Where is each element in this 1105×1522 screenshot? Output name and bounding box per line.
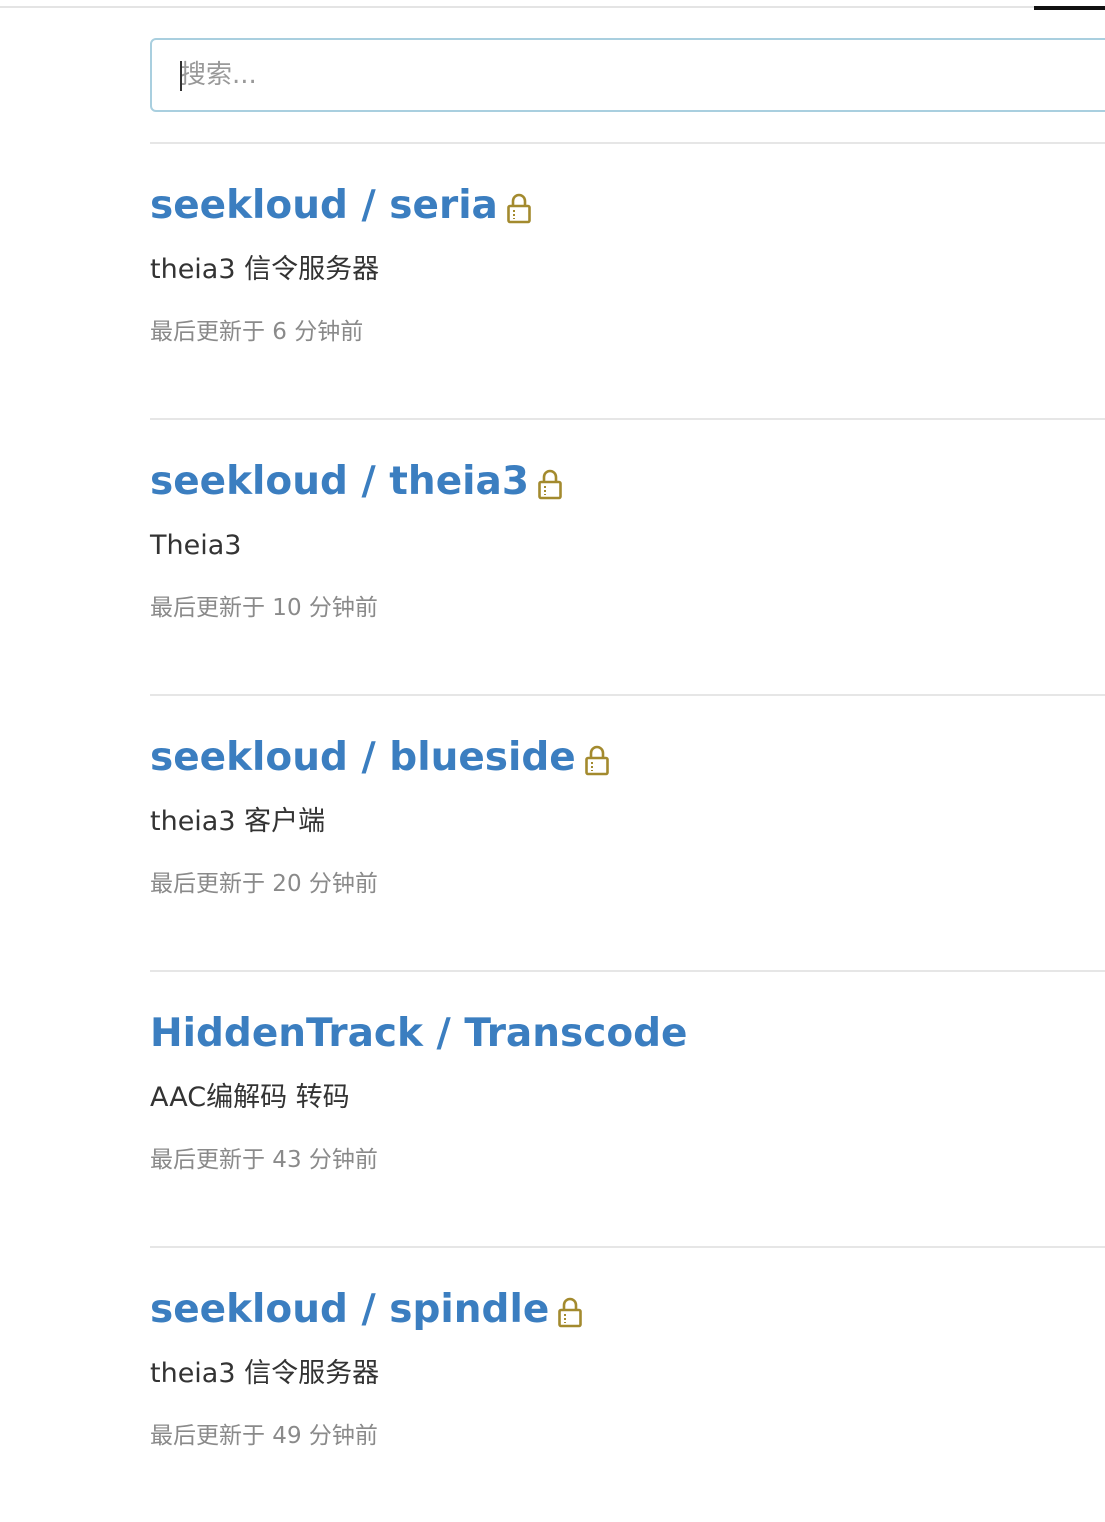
repo-title: seekloud / spindle (150, 1287, 550, 1332)
repo-description: AAC编解码 转码 (150, 1082, 350, 1113)
list-item: seekloud / theia3 Theia3 最后更新于 10 分钟前 (150, 418, 1105, 694)
repo-description: theia3 信令服务器 (150, 1358, 380, 1389)
search-input[interactable] (180, 40, 1080, 110)
repo-description: Theia3 (150, 530, 242, 561)
repo-title: seekloud / blueside (150, 735, 576, 780)
repo-title-link[interactable]: seekloud / theia3 (150, 456, 563, 508)
text-caret (180, 61, 182, 91)
repo-updated-time: 最后更新于 10 分钟前 (150, 595, 378, 621)
top-divider (0, 6, 1105, 8)
lock-icon (538, 469, 562, 500)
repo-list: seekloud / seria theia3 信令服务器 最后更新于 6 分钟… (150, 142, 1105, 1522)
search-box[interactable] (150, 38, 1105, 112)
repo-title-link[interactable]: seekloud / seria (150, 180, 532, 232)
repo-updated-time: 最后更新于 20 分钟前 (150, 871, 378, 897)
lock-icon (584, 745, 609, 776)
list-item: seekloud / blueside theia3 客户端 最后更新于 20 … (150, 694, 1105, 970)
repo-updated-time: 最后更新于 49 分钟前 (150, 1423, 378, 1449)
repo-description: theia3 信令服务器 (150, 254, 380, 285)
repo-title: seekloud / theia3 (150, 459, 529, 504)
list-item: HiddenTrack / Transcode AAC编解码 转码 最后更新于 … (150, 970, 1105, 1246)
list-item: seekloud / seria theia3 信令服务器 最后更新于 6 分钟… (150, 142, 1105, 418)
repo-title: seekloud / seria (150, 183, 498, 228)
lock-icon (558, 1297, 583, 1328)
repo-title-link[interactable]: HiddenTrack / Transcode (150, 1008, 688, 1060)
repo-title-link[interactable]: seekloud / blueside (150, 732, 610, 784)
repo-description: theia3 客户端 (150, 806, 326, 837)
repo-updated-time: 最后更新于 6 分钟前 (150, 319, 364, 345)
repo-title-link[interactable]: seekloud / spindle (150, 1284, 583, 1336)
list-item: seekloud / spindle theia3 信令服务器 最后更新于 49… (150, 1246, 1105, 1522)
repo-updated-time: 最后更新于 43 分钟前 (150, 1147, 378, 1173)
top-accent-bar (1034, 6, 1105, 10)
repo-title: HiddenTrack / Transcode (150, 1011, 688, 1056)
lock-icon (507, 193, 531, 224)
